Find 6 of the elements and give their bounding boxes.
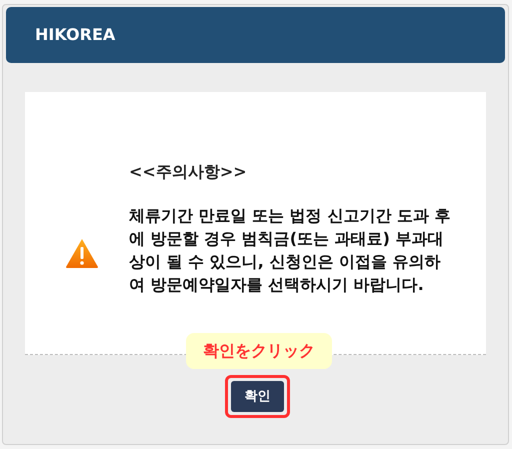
confirm-button[interactable]: 확인: [231, 381, 284, 412]
notice-message: 체류기간 만료일 또는 법정 신고기간 도과 후에 방문할 경우 범칙금(또는 과태료) 부과대상이 될 수 있으니, 신청인은 이접을 유의하여 방문예약일자를 선택하시기 바랍니다.: [129, 204, 452, 296]
dialog-title: HIKOREA: [35, 24, 116, 46]
notice-heading: <<주의사항>>: [129, 160, 248, 182]
warning-icon: [65, 238, 99, 268]
callout-text: 확인をクリック: [203, 340, 315, 362]
